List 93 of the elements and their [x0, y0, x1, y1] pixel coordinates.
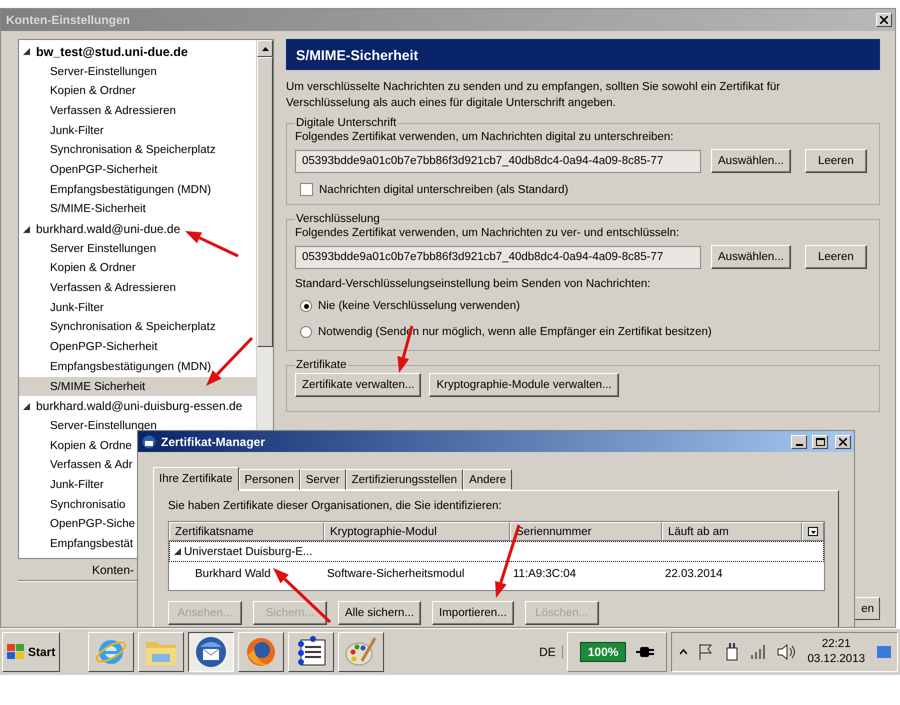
- tree-item[interactable]: Empfangsbestätigungen (MDN): [19, 357, 212, 377]
- table-cell-text: 22.03.2014: [664, 568, 724, 580]
- tree-item[interactable]: Synchronisation & Speicherplatz: [19, 140, 216, 160]
- tab[interactable]: Server: [300, 469, 346, 490]
- tree-item[interactable]: OpenPGP-Sicherheit: [19, 160, 158, 180]
- column-picker-icon[interactable]: [802, 522, 824, 541]
- account-item[interactable]: burkhard.wald@uni-due.de: [36, 222, 180, 236]
- tree-item[interactable]: Verfassen & Adressieren: [19, 101, 176, 121]
- power-plug-icon: [636, 646, 654, 658]
- tree-item[interactable]: Synchronisatio: [19, 494, 126, 514]
- close-button[interactable]: [835, 434, 851, 448]
- windows-logo-icon: [7, 644, 25, 660]
- scroll-up-icon: [262, 46, 268, 50]
- app-icon: [142, 434, 156, 448]
- tree-item[interactable]: S/MIME Sicherheit: [19, 376, 256, 396]
- expand-triangle-icon[interactable]: [23, 226, 30, 233]
- start-button[interactable]: Start: [2, 632, 60, 672]
- tree-item[interactable]: Junk-Filter: [19, 298, 104, 318]
- minimize-icon: [796, 444, 802, 446]
- maximize-icon: [816, 438, 824, 446]
- section-header: S/MIME-Sicherheit: [286, 39, 880, 70]
- column-header[interactable]: Kryptographie-Modul: [324, 522, 510, 541]
- flag-icon[interactable]: [699, 644, 714, 660]
- battery-indicator[interactable]: 100%: [580, 642, 626, 662]
- tree-item[interactable]: Server-Einstellungen: [19, 62, 157, 82]
- tree-item[interactable]: Kopien & Ordne: [19, 436, 132, 456]
- organization-row[interactable]: Universtaet Duisburg-E...: [169, 541, 824, 562]
- expand-triangle-icon[interactable]: [23, 402, 30, 410]
- tree-item[interactable]: Junk-Filter: [19, 475, 104, 495]
- select-button[interactable]: Auswählen...: [711, 149, 791, 173]
- tree-item[interactable]: Verfassen & Adressieren: [19, 278, 176, 298]
- tree-item[interactable]: OpenPGP-Siche: [19, 514, 136, 534]
- language-indicator[interactable]: DE: [539, 645, 563, 659]
- tab[interactable]: Ihre Zertifikate: [153, 467, 238, 491]
- account-item[interactable]: burkhard.wald@uni-duisburg-essen.de: [36, 399, 242, 414]
- radio-button[interactable]: Nie (keine Verschlüsselung verwenden): [295, 296, 871, 316]
- tree-item[interactable]: Kopien & Ordner: [19, 81, 136, 102]
- tree-item[interactable]: Empfangsbestätigungen (MDN): [19, 180, 212, 200]
- manage-button[interactable]: Kryptographie-Module verwalten...: [429, 373, 619, 397]
- tree-item[interactable]: Junk-Filter: [19, 120, 104, 140]
- certificate-field[interactable]: 05393bdde9a01c0b7e7bb86f3d921cb7_40db8dc4-0a94-4a09-8c85-77: [295, 246, 701, 268]
- signal-icon[interactable]: [751, 645, 766, 659]
- group-label: Zertifikate: [295, 359, 348, 371]
- speaker-icon[interactable]: [777, 644, 796, 660]
- certificate-action-button[interactable]: Importieren...: [432, 601, 514, 625]
- tree-item[interactable]: Server-Einstellungen: [19, 416, 157, 436]
- clear-button[interactable]: Leeren: [804, 245, 867, 269]
- mail-app-icon: [194, 635, 228, 669]
- column-header[interactable]: Läuft ab am: [662, 522, 802, 541]
- tree-item[interactable]: Empfangsbestät: [19, 534, 134, 554]
- tab[interactable]: Andere: [463, 469, 512, 490]
- table-cell-text: 11:A9:3C:04: [512, 568, 578, 580]
- group-label: Verschlüsselung: [295, 213, 381, 225]
- field-label: Folgendes Zertifikat verwenden, um Nachrichten digital zu unterschreiben:: [295, 131, 674, 143]
- tab[interactable]: Personen: [238, 469, 300, 490]
- manage-button[interactable]: Zertifikate verwalten...: [295, 373, 422, 397]
- account-item[interactable]: bw_test@stud.uni-due.de: [36, 44, 188, 59]
- chevron-up-icon[interactable]: [680, 649, 688, 655]
- intro-text: Um verschlüsselte Nachrichten zu senden und zu empfangen, sollten Sie sowohl ein Zertifikat für Verschlüsselung als auch eines für digitale Unterschrift angeben.: [286, 80, 782, 111]
- field-label: Standard-Verschlüsselungseinstellung beim Senden von Nachrichten:: [295, 278, 652, 290]
- certificate-action-button[interactable]: Alle sichern...: [338, 601, 422, 625]
- tree-item[interactable]: S/MIME-Sicherheit: [19, 200, 146, 220]
- dialog-title: Zertifikat-Manager: [161, 434, 266, 448]
- certificate-field[interactable]: 05393bdde9a01c0b7e7bb86f3d921cb7_40db8dc4-0a94-4a09-8c85-77: [295, 150, 701, 172]
- column-header[interactable]: Seriennummer: [510, 522, 662, 541]
- checkbox[interactable]: Nachrichten digital unterschreiben (als Standard): [295, 179, 871, 198]
- minimize-button[interactable]: [791, 434, 807, 448]
- window-title: Konten-Einstellungen: [6, 13, 130, 27]
- tree-item[interactable]: Verfassen & Adr: [19, 455, 132, 476]
- column-header[interactable]: Zertifikatsname: [169, 522, 324, 541]
- account-actions-button[interactable]: Konten-: [90, 562, 136, 578]
- close-icon: [880, 16, 888, 24]
- clock[interactable]: 22:21 03.12.2013: [807, 637, 865, 667]
- field-label: Folgendes Zertifikat verwenden, um Nachrichten zu ver- und entschlüsseln:: [295, 227, 680, 239]
- select-button[interactable]: Auswählen...: [711, 245, 791, 269]
- tree-item[interactable]: Kopien & Ordner: [19, 258, 136, 278]
- clear-button[interactable]: Leeren: [804, 149, 867, 173]
- annotation-arrow: [185, 231, 239, 258]
- group-label: Digitale Unterschrift: [295, 117, 398, 129]
- taskbar-app-button[interactable]: [188, 632, 234, 672]
- close-icon: [839, 438, 847, 446]
- table-cell-text: Software-Sicherheitsmodul: [326, 568, 466, 580]
- tree-item[interactable]: Server Einstellungen: [19, 238, 156, 259]
- table-cell-text: Burkhard Wald: [194, 568, 272, 580]
- power-icon[interactable]: [725, 643, 740, 661]
- expand-triangle-icon[interactable]: [174, 548, 181, 555]
- close-button[interactable]: [876, 13, 892, 27]
- dialog-intro: Sie haben Zertifikate dieser Organisationen, die Sie identifizieren:: [168, 500, 502, 512]
- expand-triangle-icon[interactable]: [23, 48, 30, 56]
- tree-item[interactable]: Synchronisation & Speicherplatz: [19, 318, 216, 338]
- tree-item[interactable]: OpenPGP-Sicherheit: [19, 337, 158, 357]
- tab[interactable]: Zertifizierungsstellen: [346, 469, 464, 490]
- maximize-button[interactable]: [812, 434, 828, 448]
